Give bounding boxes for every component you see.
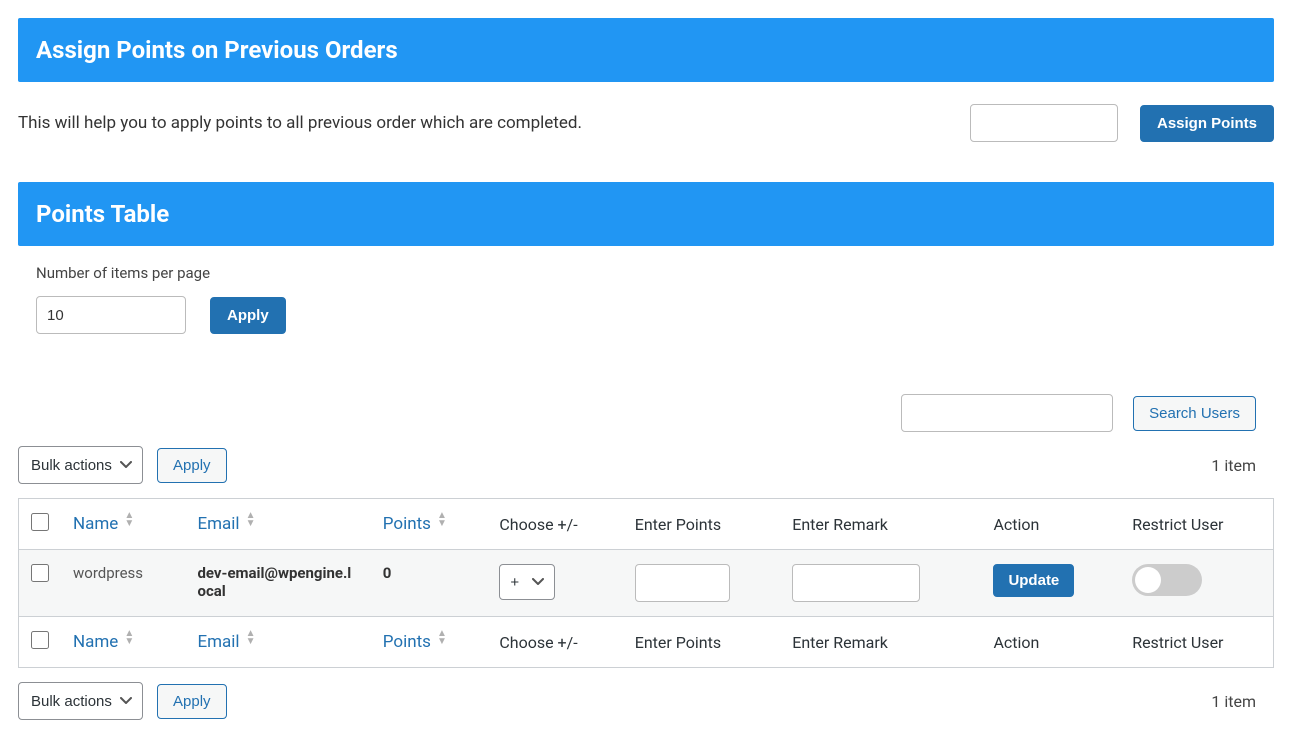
items-per-page-input[interactable] (36, 296, 186, 334)
assign-points-description: This will help you to apply points to al… (18, 113, 582, 133)
column-choose-label: Choose +/- (487, 499, 622, 550)
column-email-label: Email (197, 514, 239, 534)
column-points-sort[interactable]: Points ▲▼ (383, 514, 447, 534)
column-action-label: Action (981, 499, 1120, 550)
column-enter-points-label: Enter Points (623, 617, 781, 668)
column-email-sort-bottom[interactable]: Email ▲▼ (197, 632, 255, 652)
item-count-bottom: 1 item (1211, 692, 1274, 711)
select-all-top[interactable] (31, 513, 49, 531)
sort-icon: ▲▼ (437, 634, 447, 650)
column-enter-remark-label: Enter Remark (780, 499, 981, 550)
select-all-bottom[interactable] (31, 631, 49, 649)
column-name-sort[interactable]: Name ▲▼ (73, 514, 134, 534)
column-choose-label: Choose +/- (487, 617, 622, 668)
column-name-label: Name (73, 514, 118, 534)
sort-icon: ▲▼ (124, 516, 134, 532)
sort-icon: ▲▼ (246, 516, 256, 532)
row-restrict-toggle[interactable] (1132, 564, 1202, 596)
column-email-sort[interactable]: Email ▲▼ (197, 514, 255, 534)
assign-points-button[interactable]: Assign Points (1140, 105, 1274, 142)
column-name-sort-bottom[interactable]: Name ▲▼ (73, 632, 134, 652)
bulk-actions-apply-top[interactable]: Apply (157, 448, 227, 483)
row-choose-select[interactable]: + (499, 564, 555, 600)
column-name-label: Name (73, 632, 118, 652)
row-update-button[interactable]: Update (993, 564, 1074, 597)
items-per-page-label: Number of items per page (36, 264, 1274, 282)
points-table-heading: Points Table (18, 182, 1274, 246)
column-email-label: Email (197, 632, 239, 652)
row-points: 0 (371, 550, 488, 617)
assign-points-input[interactable] (970, 104, 1118, 142)
sort-icon: ▲▼ (246, 634, 256, 650)
sort-icon: ▲▼ (124, 634, 134, 650)
column-enter-remark-label: Enter Remark (780, 617, 981, 668)
row-select-checkbox[interactable] (31, 564, 49, 582)
column-action-label: Action (981, 617, 1120, 668)
sort-icon: ▲▼ (437, 516, 447, 532)
column-restrict-label: Restrict User (1120, 617, 1273, 668)
items-per-page-apply-button[interactable]: Apply (210, 297, 286, 334)
row-email: dev-email@wpengine.local (185, 550, 370, 617)
item-count-top: 1 item (1211, 456, 1274, 475)
column-enter-points-label: Enter Points (623, 499, 781, 550)
column-points-label: Points (383, 632, 431, 652)
points-table: Name ▲▼ Email ▲▼ Points ▲▼ Choose +/- En… (18, 498, 1274, 668)
column-restrict-label: Restrict User (1120, 499, 1273, 550)
row-name: wordpress (61, 550, 185, 617)
row-enter-remark-input[interactable] (792, 564, 920, 602)
search-users-input[interactable] (901, 394, 1113, 432)
table-row: wordpress dev-email@wpengine.local 0 + U… (19, 550, 1274, 617)
bulk-actions-select-bottom[interactable]: Bulk actions (18, 682, 143, 720)
column-points-label: Points (383, 514, 431, 534)
assign-points-heading: Assign Points on Previous Orders (18, 18, 1274, 82)
toggle-knob (1135, 567, 1161, 593)
row-enter-points-input[interactable] (635, 564, 730, 602)
assign-points-body: This will help you to apply points to al… (18, 82, 1274, 182)
bulk-actions-select-top[interactable]: Bulk actions (18, 446, 143, 484)
bulk-actions-apply-bottom[interactable]: Apply (157, 684, 227, 719)
column-points-sort-bottom[interactable]: Points ▲▼ (383, 632, 447, 652)
search-users-button[interactable]: Search Users (1133, 396, 1256, 431)
